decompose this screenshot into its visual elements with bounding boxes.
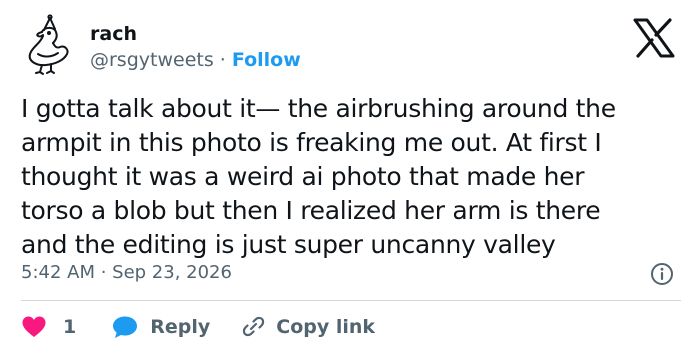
author-handle-row: @rsgytweets · Follow — [90, 48, 301, 72]
reply-button[interactable]: Reply — [112, 315, 210, 339]
heart-icon — [21, 315, 47, 339]
x-logo-icon[interactable] — [632, 18, 676, 58]
link-icon — [240, 315, 266, 339]
avatar[interactable] — [20, 14, 76, 76]
divider — [21, 300, 681, 301]
like-count: 1 — [63, 316, 77, 338]
tweet-timestamp[interactable]: 5:42 AM · Sep 23, 2026 — [21, 261, 232, 285]
reply-label: Reply — [150, 316, 211, 338]
copy-link-button[interactable]: Copy link — [240, 315, 375, 339]
tweet-actions: 1 Reply Copy link — [21, 314, 375, 340]
copy-link-label: Copy link — [276, 316, 376, 338]
tweet-text: I gotta talk about it— the airbrushing a… — [21, 94, 616, 259]
like-button[interactable]: 1 — [21, 315, 76, 339]
info-icon[interactable] — [650, 262, 674, 286]
separator-dot: · — [219, 49, 226, 71]
author-name[interactable]: rach — [90, 22, 137, 46]
reply-bubble-icon — [112, 315, 138, 339]
follow-button[interactable]: Follow — [232, 49, 301, 71]
author-handle[interactable]: @rsgytweets — [90, 49, 214, 71]
tweet-card: rach @rsgytweets · Follow I gotta talk a… — [0, 0, 700, 353]
